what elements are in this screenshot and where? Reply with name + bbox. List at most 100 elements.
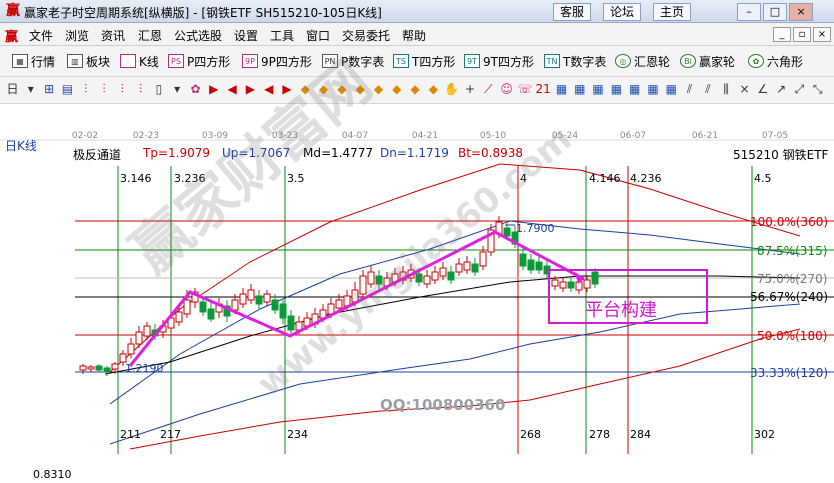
customer-service-link[interactable]: 客服 <box>553 3 592 21</box>
drawing-tool-button[interactable]: ⫶ <box>114 81 131 98</box>
t-number-button[interactable]: TN T数字表 <box>544 52 606 70</box>
drawing-tool-button[interactable]: ∠ <box>754 81 771 98</box>
close-button[interactable]: × <box>789 3 813 21</box>
drawing-tool-button[interactable]: ⤢ <box>791 81 808 98</box>
drawing-tool-button[interactable]: ◆ <box>407 81 424 98</box>
9p-square-button[interactable]: 9P 9P四方形 <box>242 52 312 70</box>
drawing-tool-button[interactable]: ✿ <box>187 81 204 98</box>
homepage-link[interactable]: 主页 <box>653 3 692 21</box>
quote-button[interactable]: ▦ 行情 <box>12 52 55 70</box>
drawing-tool-button[interactable]: ▦ <box>590 81 607 98</box>
9t-square-button[interactable]: 9T 9T四方形 <box>464 52 534 70</box>
t-square-icon: TS <box>393 54 409 68</box>
drawing-tool-button[interactable]: ◀ <box>260 81 277 98</box>
mdi-restore-button[interactable]: ▫ <box>793 27 811 42</box>
mdi-close-button[interactable]: × <box>813 27 831 42</box>
menu-browse[interactable]: 浏览 <box>65 27 89 44</box>
menu-bar: 赢 文件 浏览 资讯 汇恩 公式选股 设置 工具 窗口 交易委托 帮助 _ ▫ … <box>0 23 834 46</box>
drawing-tool-button[interactable]: ☺ <box>498 81 515 98</box>
security-code: 515210 钢铁ETF <box>733 148 829 162</box>
menu-help[interactable]: 帮助 <box>402 27 426 44</box>
candle-body <box>143 325 151 337</box>
menu-window[interactable]: 窗口 <box>306 27 330 44</box>
drawing-tool-button[interactable]: 日 <box>4 81 21 98</box>
chart-panel[interactable]: 02-02 02-23 03-09 03-23 04-07 04-21 05-10 05-24… <box>0 48 834 483</box>
drawing-tool-button[interactable]: ▦ <box>553 81 570 98</box>
drawing-tool-button[interactable]: ⫶ <box>96 81 113 98</box>
p-number-button[interactable]: PN P数字表 <box>322 52 384 70</box>
drawing-tool-button[interactable]: ◆ <box>333 81 350 98</box>
sector-button[interactable]: ▥ 板块 <box>67 52 110 70</box>
drawing-tool-button[interactable]: ⫽ <box>681 81 698 98</box>
drawing-tool-button[interactable]: ◆ <box>388 81 405 98</box>
drawing-tool-button[interactable]: ◆ <box>315 81 332 98</box>
drawing-tool-button[interactable]: ⟋ <box>480 81 497 98</box>
drawing-tool-button[interactable]: ⫽ <box>699 81 716 98</box>
mdi-minimize-button[interactable]: _ <box>773 27 791 42</box>
drawing-tool-button[interactable]: ▶ <box>205 81 222 98</box>
candle-body <box>287 315 295 331</box>
menu-gann[interactable]: 汇恩 <box>138 27 162 44</box>
drawing-tool-button[interactable]: ⊞ <box>41 81 58 98</box>
menu-tools[interactable]: 工具 <box>270 27 294 44</box>
drawing-tool-button[interactable]: ⫼ <box>718 81 735 98</box>
candle-body <box>255 295 263 305</box>
gann-wheel-button[interactable]: ◎ 汇恩轮 <box>615 52 670 70</box>
menu-info[interactable]: 资讯 <box>101 27 125 44</box>
drawing-tool-button[interactable]: ✋ <box>443 81 460 98</box>
drawing-tool-button[interactable]: ⫶ <box>132 81 149 98</box>
drawing-tool-button[interactable]: ⤡ <box>809 81 826 98</box>
candle-body <box>199 301 207 313</box>
kline-icon: ⫶ <box>120 54 136 68</box>
channel-top-line <box>109 163 801 373</box>
maximize-button[interactable]: □ <box>763 3 787 21</box>
hexagon-button[interactable]: ✿ 六角形 <box>748 52 803 70</box>
winner-wheel-button[interactable]: Bi 赢家轮 <box>680 52 735 70</box>
drawing-tool-button[interactable]: ◆ <box>425 81 442 98</box>
candle-body <box>279 303 287 319</box>
drawing-tool-button[interactable]: ▾ <box>169 81 186 98</box>
candle-body <box>247 289 255 301</box>
drawing-tool-button[interactable]: ◀ <box>224 81 241 98</box>
kline-button[interactable]: ⫶ K线 <box>120 52 159 70</box>
forum-link[interactable]: 论坛 <box>603 3 642 21</box>
drawing-tool-button[interactable]: ▤ <box>59 81 76 98</box>
drawing-tool-button[interactable]: ▦ <box>663 81 680 98</box>
drawing-tool-button[interactable]: ▦ <box>645 81 662 98</box>
drawing-tool-button[interactable]: ▦ <box>571 81 588 98</box>
drawing-tool-button[interactable]: + <box>462 81 479 98</box>
candle-body <box>375 275 383 285</box>
high-price-label: 1.7900 <box>516 222 555 235</box>
drawing-tool-button[interactable]: ⫶ <box>77 81 94 98</box>
drawing-tool-button[interactable]: ☏ <box>516 81 533 98</box>
drawing-tool-button[interactable]: ▦ <box>626 81 643 98</box>
candle-body <box>503 227 511 237</box>
drawing-tool-button[interactable]: ▦ <box>608 81 625 98</box>
app-window: 赢 赢家老子时空周期系统[纵横版] - [钢铁ETF SH515210-105日… <box>0 0 834 483</box>
candle-body <box>231 299 239 311</box>
drawing-tool-button[interactable]: ◆ <box>370 81 387 98</box>
drawing-tool-button[interactable]: ▶ <box>279 81 296 98</box>
drawing-tool-button[interactable]: ▾ <box>22 81 39 98</box>
drawing-tool-button[interactable]: ▯ <box>150 81 167 98</box>
menu-file[interactable]: 文件 <box>29 27 53 44</box>
wave-bottom-label: 302 <box>754 428 775 441</box>
drawing-tool-button[interactable]: × <box>736 81 753 98</box>
t-square-button[interactable]: TS T四方形 <box>393 52 455 70</box>
drawing-tool-button[interactable]: ↗ <box>773 81 790 98</box>
minimize-button[interactable]: – <box>737 3 761 21</box>
drawing-tool-button[interactable]: ◆ <box>297 81 314 98</box>
menu-trade[interactable]: 交易委托 <box>342 27 390 44</box>
menu-formula[interactable]: 公式选股 <box>174 27 222 44</box>
drawing-tool-button[interactable]: ▶ <box>242 81 259 98</box>
drawing-tool-button[interactable]: 21 <box>535 81 552 98</box>
menu-settings[interactable]: 设置 <box>234 27 258 44</box>
p-number-icon: PN <box>322 54 338 68</box>
candle-body <box>135 331 143 345</box>
indicator-tp: Tp=1.9079 <box>143 146 210 160</box>
indicator-bt: Bt=0.8938 <box>458 146 523 160</box>
drawing-tool-button[interactable]: ◆ <box>352 81 369 98</box>
candle-body <box>127 343 135 355</box>
p-square-button[interactable]: PS P四方形 <box>168 52 230 70</box>
app-logo-icon: 赢 <box>6 3 20 19</box>
